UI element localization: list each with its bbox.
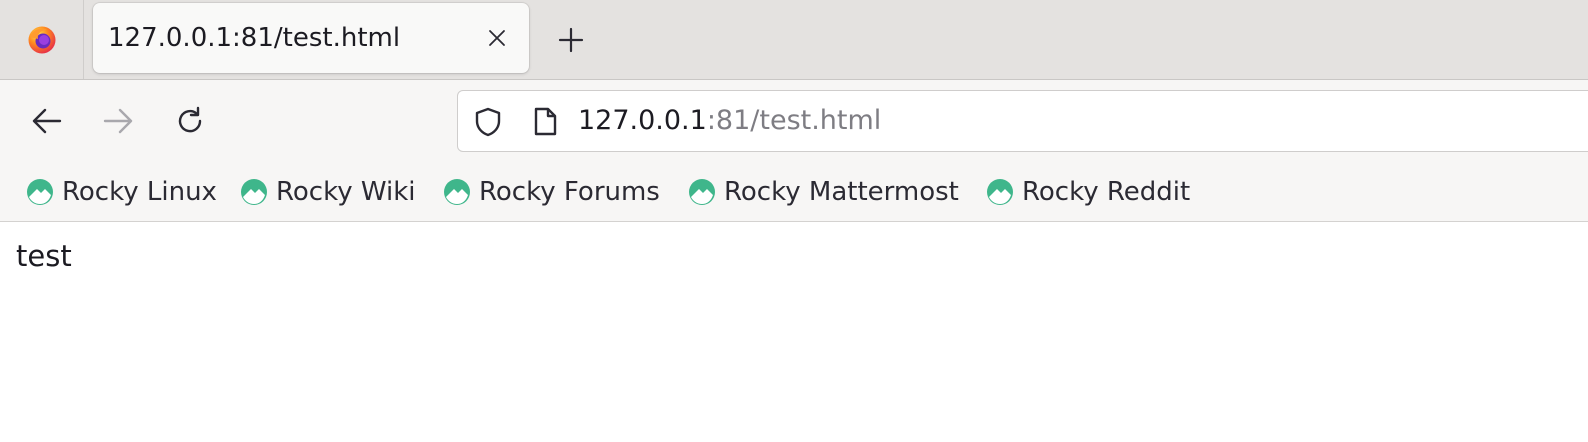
bookmark-label: Rocky Linux [62,177,217,207]
page-body-text: test [16,239,72,273]
bookmark-label: Rocky Mattermost [724,177,959,207]
url-path: :81/test.html [706,105,882,136]
forward-button[interactable] [98,101,138,141]
rocky-logo-icon [444,179,470,205]
url-text[interactable]: 127.0.0.1:81/test.html [578,91,881,151]
bookmark-label: Rocky Forums [479,177,660,207]
url-bar[interactable]: 127.0.0.1:81/test.html [457,90,1588,152]
bookmarks-toolbar: Rocky Linux Rocky Wiki Rocky Forums Rock… [0,162,1588,222]
rocky-logo-icon [689,179,715,205]
navigation-toolbar: 127.0.0.1:81/test.html [0,80,1588,162]
back-button[interactable] [27,101,67,141]
page-icon[interactable] [529,106,561,138]
bookmark-rocky-forums[interactable]: Rocky Forums [443,162,660,222]
rocky-logo-icon [27,179,53,205]
bookmark-label: Rocky Reddit [1022,177,1191,207]
bookmark-label: Rocky Wiki [276,177,416,207]
reload-button[interactable] [170,101,210,141]
new-tab-button[interactable] [551,20,591,60]
browser-menu-button[interactable] [0,0,84,79]
page-content: test [0,223,1588,442]
tab-strip: 127.0.0.1:81/test.html [0,0,1588,80]
bookmark-rocky-wiki[interactable]: Rocky Wiki [240,162,416,222]
reload-icon [178,106,202,133]
rocky-logo-icon [241,179,267,205]
firefox-logo-icon [28,26,55,53]
url-host: 127.0.0.1 [578,105,707,136]
rocky-logo-icon [987,179,1013,205]
back-arrow-icon [32,108,62,134]
shield-icon[interactable] [472,106,504,138]
active-tab[interactable]: 127.0.0.1:81/test.html [93,3,529,73]
bookmark-rocky-linux[interactable]: Rocky Linux [26,162,217,222]
bookmark-rocky-mattermost[interactable]: Rocky Mattermost [688,162,959,222]
close-icon[interactable] [483,24,511,52]
forward-arrow-icon [103,108,133,134]
tab-title: 127.0.0.1:81/test.html [108,23,401,53]
bookmark-rocky-reddit[interactable]: Rocky Reddit [986,162,1190,222]
plus-icon [558,27,584,53]
